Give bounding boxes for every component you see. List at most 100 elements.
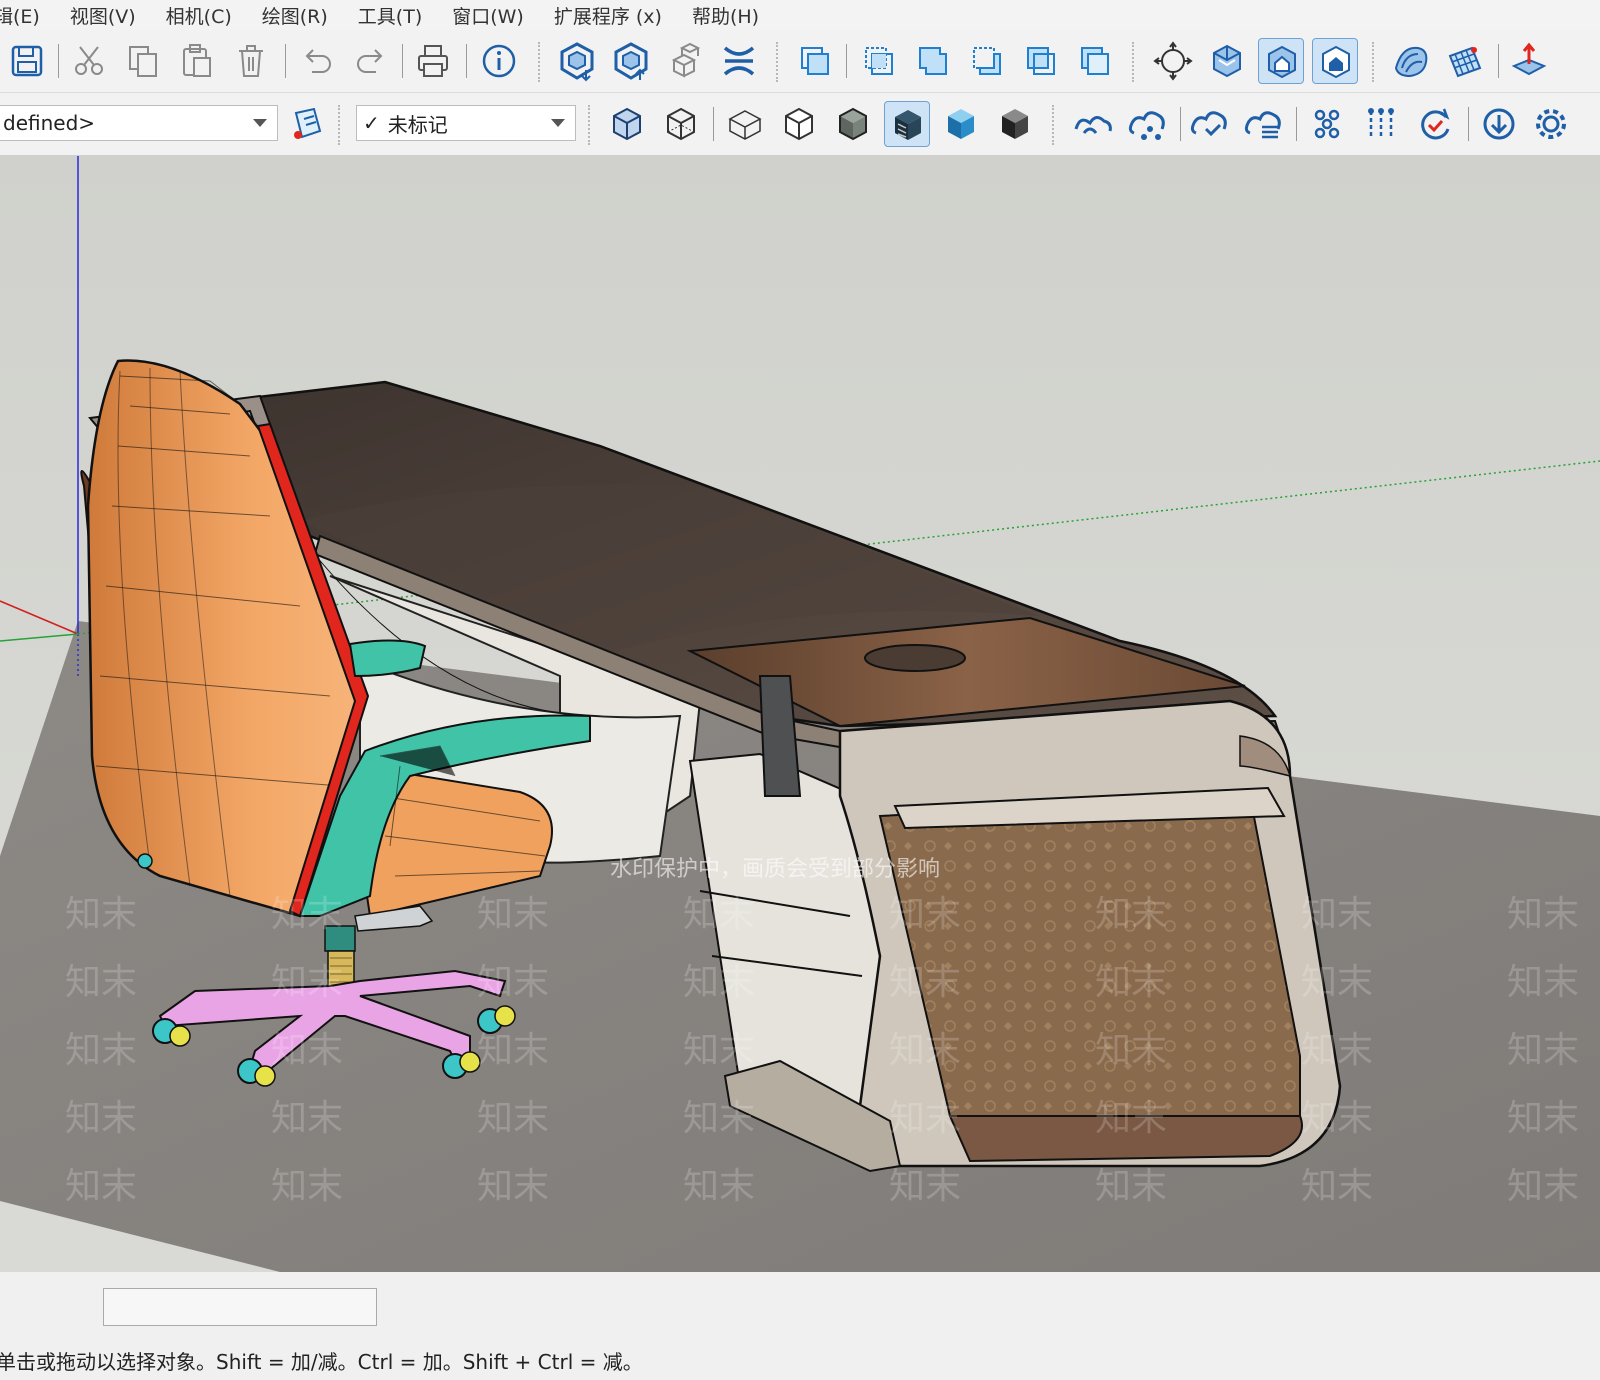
redo-icon[interactable]: [348, 38, 394, 84]
monochrome-icon[interactable]: [938, 101, 984, 147]
watermark-text: 知末: [1095, 894, 1167, 935]
watermark-text: 知末: [271, 962, 343, 1003]
xray-icon[interactable]: [604, 101, 650, 147]
delete-icon[interactable]: [228, 38, 274, 84]
outer-shell-icon[interactable]: [792, 38, 838, 84]
watermark-text: 知末: [1507, 1166, 1579, 1207]
print-icon[interactable]: [410, 38, 456, 84]
model-info-icon[interactable]: [476, 38, 522, 84]
sandbox-contours-icon[interactable]: [1388, 38, 1434, 84]
union-icon[interactable]: [910, 38, 956, 84]
menu-window[interactable]: 窗口(W): [452, 2, 524, 29]
menu-camera[interactable]: 相机(C): [166, 2, 232, 29]
cable-grommet: [864, 644, 966, 672]
undo-icon[interactable]: [294, 38, 340, 84]
menu-edit[interactable]: 辑(E): [0, 2, 40, 29]
back-view-icon[interactable]: [1312, 38, 1358, 84]
tag-dropdown-value: 未标记: [387, 112, 448, 137]
extension-warehouse-icon[interactable]: [716, 38, 762, 84]
watermark-text: 知末: [65, 962, 137, 1003]
watermark-text: 知末: [271, 1098, 343, 1139]
trim-icon[interactable]: [1018, 38, 1064, 84]
watermark-text: 知末: [65, 1030, 137, 1071]
checkmark-icon: ✓: [363, 111, 380, 135]
back-edges-icon[interactable]: [658, 101, 704, 147]
share-model-icon[interactable]: [608, 38, 654, 84]
status-bar: 单击或拖动以选择对象。Shift = 加/减。Ctrl = 加。Shift + …: [0, 1272, 1600, 1380]
warehouse-3d-icon[interactable]: [554, 38, 600, 84]
watermark-text: 知末: [683, 1030, 755, 1071]
position-camera-icon[interactable]: [1150, 38, 1196, 84]
menu-extensions[interactable]: 扩展程序 (x): [554, 2, 662, 29]
watermark-text: 知末: [889, 962, 961, 1003]
cloud-check-icon[interactable]: [1186, 101, 1232, 147]
iso-view-icon[interactable]: [1204, 38, 1250, 84]
watermark-text: 知末: [477, 962, 549, 1003]
watermark-text: 知末: [889, 894, 961, 935]
cloud-list-icon[interactable]: [1240, 101, 1286, 147]
watermark-text: 知末: [477, 1166, 549, 1207]
watermark-text: 知末: [1095, 1030, 1167, 1071]
model-viewport[interactable]: 知末 知末 知末 知末 知末 知末 知末 知末 知末 知末 知末 知末 知末 知末 知末 知末 知末 知末 知末 知末…: [0, 156, 1600, 1272]
watermark-text: 知末: [1507, 962, 1579, 1003]
hidden-line-icon[interactable]: [776, 101, 822, 147]
watermark-text: 知末: [1507, 1030, 1579, 1071]
style-dropdown[interactable]: defined>: [0, 105, 278, 141]
gear-icon[interactable]: [1528, 101, 1574, 147]
watermark-text: 知末: [683, 1098, 755, 1139]
standard-toolbar: [0, 30, 1600, 93]
watermark-text: 知末: [1301, 962, 1373, 1003]
intersect-icon[interactable]: [856, 38, 902, 84]
chevron-down-icon: [253, 119, 267, 127]
paste-icon[interactable]: [174, 38, 220, 84]
menu-draw[interactable]: 绘图(R): [262, 2, 328, 29]
cloud-link-icon[interactable]: [1070, 101, 1116, 147]
subtract-icon[interactable]: [964, 38, 1010, 84]
share-component-icon[interactable]: [662, 38, 708, 84]
menu-help[interactable]: 帮助(H): [692, 2, 759, 29]
shaded-icon[interactable]: [830, 101, 876, 147]
cut-icon[interactable]: [66, 38, 112, 84]
watermark-text: 知末: [1095, 1166, 1167, 1207]
house-view-icon[interactable]: [1258, 38, 1304, 84]
tag-dropdown[interactable]: ✓ 未标记: [356, 105, 576, 141]
measurements-box[interactable]: [103, 1288, 377, 1326]
watermark-text: 知末: [889, 1098, 961, 1139]
shaded-textures-icon[interactable]: [884, 101, 930, 147]
watermark-text: 知末: [889, 1166, 961, 1207]
watermark-text: 知末: [1301, 1166, 1373, 1207]
watermark-text: 知末: [1301, 894, 1373, 935]
menu-tools[interactable]: 工具(T): [358, 2, 422, 29]
watermark-text: 知末: [1301, 1030, 1373, 1071]
sandbox-smoove-icon[interactable]: [1506, 38, 1552, 84]
split-icon[interactable]: [1072, 38, 1118, 84]
watermark-text: 知末: [683, 962, 755, 1003]
style-settings-icon[interactable]: [284, 101, 330, 147]
watermark-text: 知末: [1301, 1098, 1373, 1139]
download-icon[interactable]: [1476, 101, 1522, 147]
watermark-text: 知末: [889, 1030, 961, 1071]
watermark-notice: 水印保护中，画质会受到部分影响: [610, 857, 940, 882]
menu-view[interactable]: 视图(V): [70, 2, 136, 29]
watermark-text: 知末: [683, 894, 755, 935]
cloud-share-icon[interactable]: [1124, 101, 1170, 147]
save-icon[interactable]: [4, 38, 50, 84]
refresh-check-icon[interactable]: [1412, 101, 1458, 147]
watermark-text: 知末: [1507, 1098, 1579, 1139]
watermark-text: 知末: [65, 1098, 137, 1139]
watermark-text: 知末: [1095, 1098, 1167, 1139]
watermark-text: 知末: [477, 1030, 549, 1071]
style-dropdown-value: defined>: [3, 111, 96, 135]
shaded-dark-icon[interactable]: [992, 101, 1038, 147]
watermark-text: 知末: [271, 1030, 343, 1071]
wireframe-icon[interactable]: [722, 101, 768, 147]
chevron-down-icon: [551, 119, 565, 127]
status-hint: 单击或拖动以选择对象。Shift = 加/减。Ctrl = 加。Shift + …: [0, 1350, 643, 1374]
styles-toolbar: defined> ✓ 未标记: [0, 93, 1600, 156]
sandbox-grid-icon[interactable]: [1442, 38, 1488, 84]
settings-sliders-icon[interactable]: [1358, 101, 1404, 147]
watermark-text: 知末: [271, 894, 343, 935]
components-icon[interactable]: [1304, 101, 1350, 147]
watermark-text: 知末: [477, 894, 549, 935]
copy-icon[interactable]: [120, 38, 166, 84]
